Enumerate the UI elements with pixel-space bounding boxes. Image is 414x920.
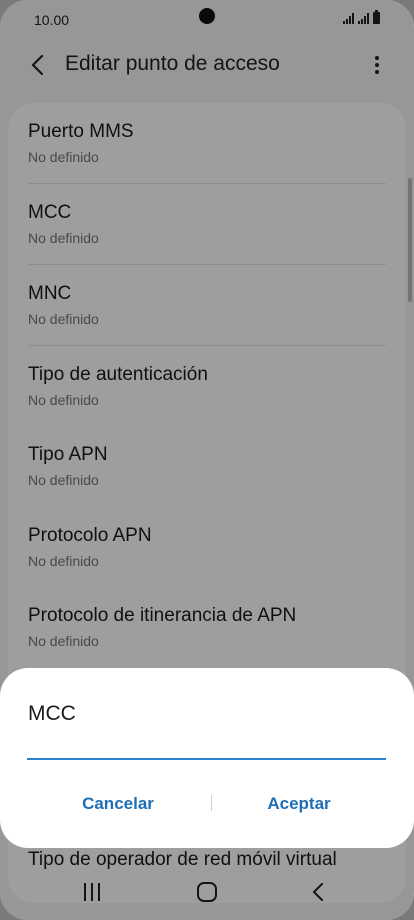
mcc-dialog: MCC Cancelar Aceptar	[0, 668, 414, 848]
cancel-button[interactable]: Cancelar	[28, 784, 208, 824]
accept-button[interactable]: Aceptar	[209, 784, 389, 824]
dialog-actions: Cancelar Aceptar	[0, 784, 414, 824]
mcc-input[interactable]	[27, 734, 386, 760]
phone-screen: 10.00 Editar punto de acceso Puerto MMS …	[0, 0, 414, 920]
dialog-title: MCC	[28, 702, 76, 725]
